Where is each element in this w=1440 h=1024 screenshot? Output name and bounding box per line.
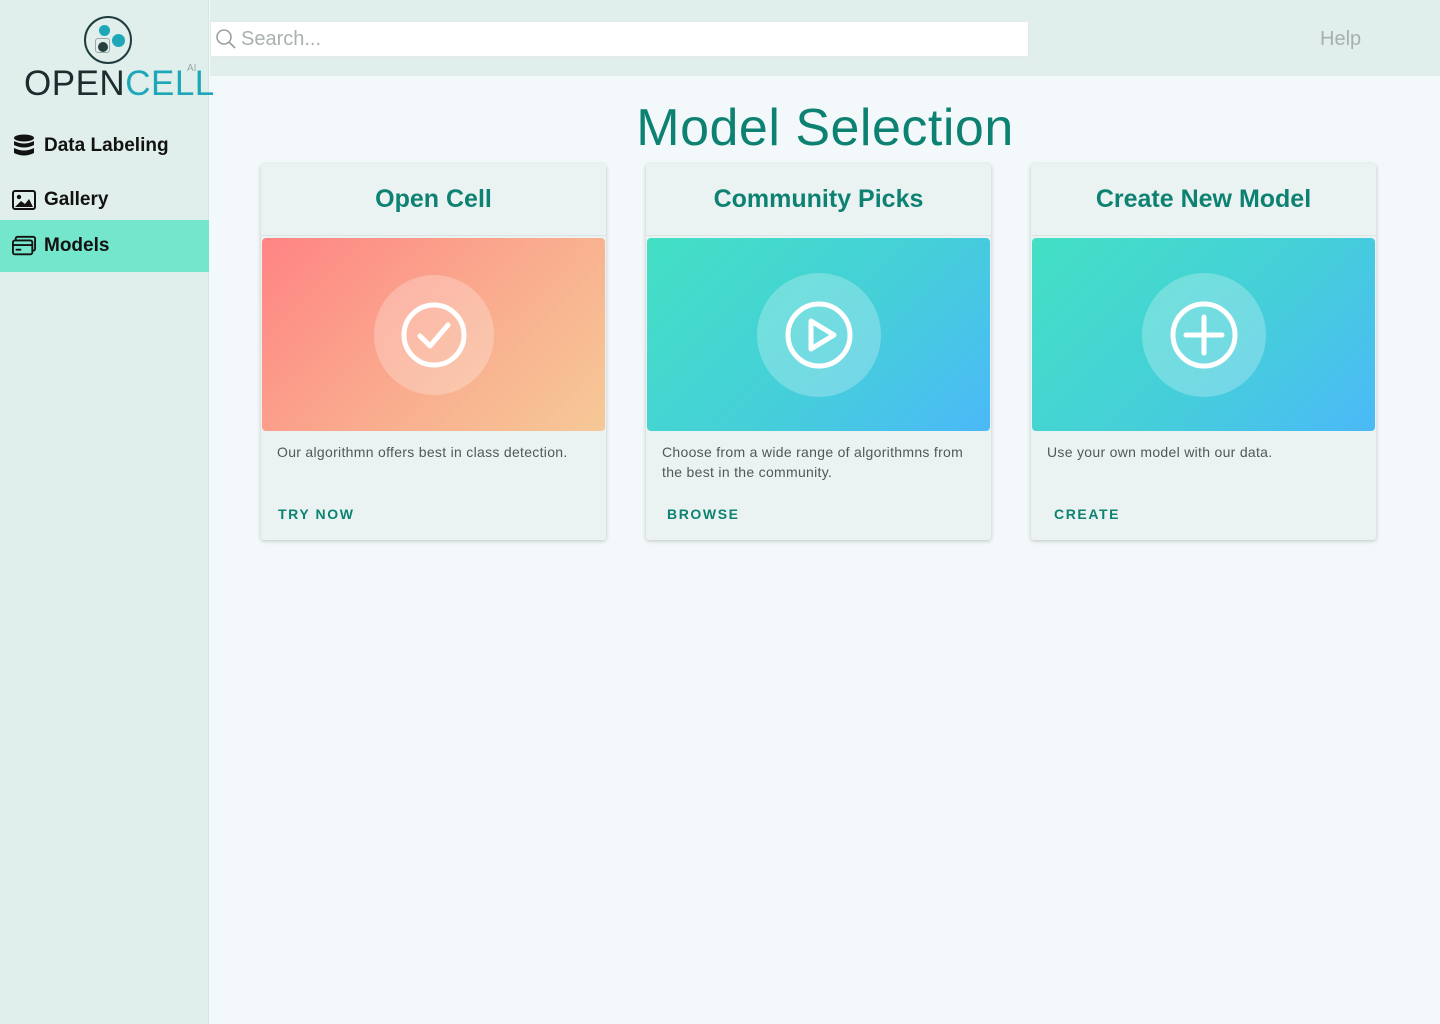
play-circle-icon [756,272,881,397]
check-circle-icon [373,274,494,395]
brand-name-cell: CELL [125,64,215,103]
sidebar-item-label: Gallery [44,189,109,210]
opencell-logo-icon [84,16,132,64]
card-media[interactable] [647,238,990,431]
brand-name-open: OPEN [24,64,126,103]
top-bar: Help [210,0,1440,76]
brand-suffix: AI [187,63,197,74]
card-media[interactable] [262,238,605,431]
browse-button[interactable]: BROWSE [667,506,740,522]
card-icon [12,234,36,258]
page-title: Model Selection [636,99,1014,157]
sidebar-item-label: Models [44,235,110,256]
sidebar-item-data-labeling[interactable]: Data Labeling [0,120,209,172]
help-link[interactable]: Help [1320,28,1361,51]
model-card-open-cell: Open Cell Our algorithmn offers best in … [261,164,606,540]
plus-circle-icon [1141,272,1266,397]
card-description: Our algorithmn offers best in class dete… [277,444,568,460]
image-icon [12,188,36,212]
brand-logo[interactable]: OPENCELL AI [0,0,214,112]
card-description: Choose from a wide range of algorithmns … [662,444,964,480]
search-input[interactable] [241,22,1028,56]
sidebar-item-models[interactable]: Models [0,220,209,272]
card-title: Open Cell [261,164,606,236]
sidebar-item-gallery[interactable]: Gallery [0,174,209,226]
card-title: Create New Model [1031,164,1376,236]
create-button[interactable]: CREATE [1054,506,1120,522]
model-card-community-picks: Community Picks Choose from a wide range… [646,164,991,540]
card-title: Community Picks [646,164,991,236]
card-description: Use your own model with our data. [1047,444,1273,460]
database-icon [12,134,36,158]
try-now-button[interactable]: TRY NOW [278,506,355,522]
sidebar-item-label: Data Labeling [44,135,169,156]
search-box[interactable] [210,21,1029,57]
sidebar: OPENCELL AI Data Labeling Gallery Models [0,0,214,1024]
search-icon [215,28,237,50]
model-card-create-new-model: Create New Model Use your own model with… [1031,164,1376,540]
card-media[interactable] [1032,238,1375,431]
